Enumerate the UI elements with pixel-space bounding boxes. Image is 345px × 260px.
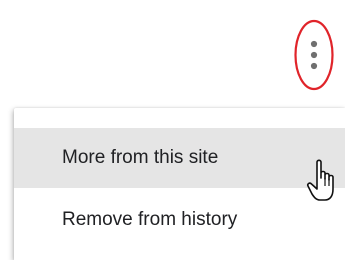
vertical-ellipsis-icon[interactable] [310, 40, 318, 70]
red-highlight-ellipse [294, 19, 334, 91]
dropdown-menu: More from this site Remove from history [14, 108, 345, 260]
more-actions-button[interactable] [292, 18, 336, 92]
screenshot-stage: More from this site Remove from history [0, 0, 345, 260]
menu-item-label: More from this site [62, 147, 219, 168]
menu-item-remove-from-history[interactable]: Remove from history [14, 190, 345, 250]
menu-item-label: Remove from history [62, 209, 238, 230]
menu-item-more-from-this-site[interactable]: More from this site [14, 128, 345, 188]
